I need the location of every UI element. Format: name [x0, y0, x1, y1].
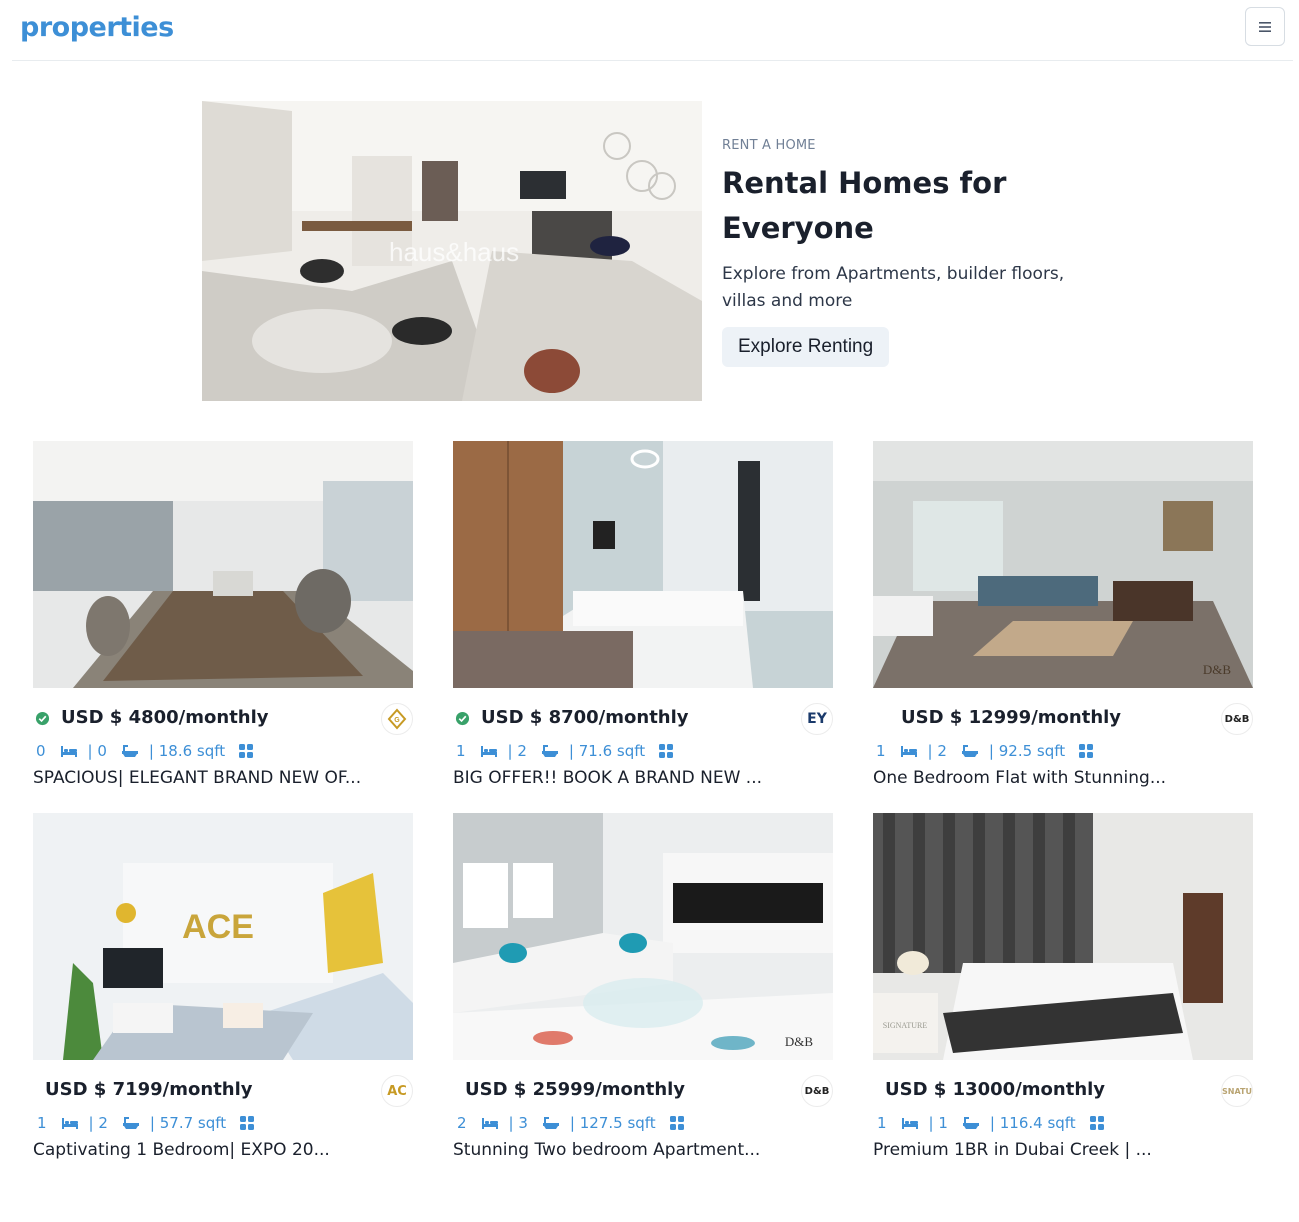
bedroom-count: 1 — [876, 742, 886, 760]
bedroom-count: 1 — [37, 1114, 47, 1132]
listing-card[interactable]: USD $ 8700/monthly EY 1 | 2 | 71.6 sqft … — [453, 441, 833, 788]
bed-icon — [60, 744, 78, 758]
meta-row: 1 | 2 | 92.5 sqft — [873, 738, 1253, 764]
listing-card[interactable]: D&B USD $ 12999/monthly D&B 1 | 2 | 92.5… — [873, 441, 1253, 788]
bath-icon — [541, 744, 559, 758]
bed-icon — [481, 1116, 499, 1130]
bath-icon — [962, 1116, 980, 1130]
bathroom-count: | 1 — [928, 1114, 948, 1132]
area-grid-icon — [659, 744, 673, 758]
agency-logo-icon[interactable]: D&B — [1221, 703, 1253, 735]
bath-icon — [121, 744, 139, 758]
listing-card[interactable]: USD $ 4800/monthly G 0 | 0 | 18.6 sqft S… — [33, 441, 413, 788]
price-row: USD $ 12999/monthly D&B — [873, 703, 1253, 736]
price: USD $ 25999/monthly — [465, 1079, 686, 1100]
svg-text:D&B: D&B — [785, 1034, 814, 1049]
price-row: USD $ 13000/monthly SNATU — [873, 1075, 1253, 1108]
bathroom-count: | 3 — [508, 1114, 528, 1132]
listing-card[interactable]: D&B USD $ 25999/monthly D&B 2 | 3 | 127.… — [453, 813, 833, 1160]
svg-text:G: G — [394, 717, 400, 724]
listing-title[interactable]: Stunning Two bedroom Apartment... — [453, 1140, 833, 1160]
listing-title[interactable]: BIG OFFER!! BOOK A BRAND NEW ... — [453, 768, 833, 788]
agency-logo-icon[interactable]: AC — [381, 1075, 413, 1107]
listing-title[interactable]: SPACIOUS| ELEGANT BRAND NEW OF... — [33, 768, 413, 788]
meta-row: 1 | 1 | 116.4 sqft — [873, 1110, 1253, 1136]
bathroom-count: | 2 — [88, 1114, 108, 1132]
verified-check-icon — [35, 711, 50, 726]
bathroom-count: | 2 — [507, 742, 527, 760]
price: USD $ 8700/monthly — [481, 707, 689, 728]
bed-icon — [901, 1116, 919, 1130]
svg-text:SIGNATURE: SIGNATURE — [883, 1021, 928, 1030]
area-size: | 127.5 sqft — [569, 1114, 656, 1132]
area-grid-icon — [240, 1116, 254, 1130]
bath-icon — [122, 1116, 140, 1130]
area-size: | 57.7 sqft — [149, 1114, 227, 1132]
meta-row: 1 | 2 | 57.7 sqft — [33, 1110, 413, 1136]
agency-logo-icon[interactable]: SNATU — [1221, 1075, 1253, 1107]
bed-icon — [480, 744, 498, 758]
price: USD $ 12999/monthly — [901, 707, 1122, 728]
bed-icon — [900, 744, 918, 758]
explore-renting-button[interactable]: Explore Renting — [722, 327, 890, 367]
listing-image[interactable]: D&B — [453, 813, 833, 1060]
hero-image: haus&haus — [202, 101, 702, 401]
navbar: properties — [12, 0, 1293, 61]
bedroom-count: 0 — [36, 742, 46, 760]
listing-image[interactable] — [33, 441, 413, 688]
hamburger-icon — [1259, 21, 1271, 32]
listing-title[interactable]: Premium 1BR in Dubai Creek | ... — [873, 1140, 1253, 1160]
price-row: USD $ 7199/monthly AC — [33, 1075, 413, 1108]
meta-row: 1 | 2 | 71.6 sqft — [453, 738, 833, 764]
listing-title[interactable]: One Bedroom Flat with Stunning... — [873, 768, 1253, 788]
area-grid-icon — [1079, 744, 1093, 758]
brand-logo[interactable]: properties — [20, 12, 174, 43]
price: USD $ 4800/monthly — [61, 707, 269, 728]
meta-row: 2 | 3 | 127.5 sqft — [453, 1110, 833, 1136]
listing-card[interactable]: ACE USD $ 7199/monthly AC 1 | 2 | 57.7 s… — [33, 813, 413, 1160]
price-row: USD $ 25999/monthly D&B — [453, 1075, 833, 1108]
area-size: | 18.6 sqft — [148, 742, 226, 760]
bedroom-count: 1 — [877, 1114, 887, 1132]
listing-title[interactable]: Captivating 1 Bedroom| EXPO 20... — [33, 1140, 413, 1160]
bathroom-count: | 0 — [87, 742, 107, 760]
verified-check-icon — [455, 711, 470, 726]
listing-image[interactable]: D&B — [873, 441, 1253, 688]
hero-description: Explore from Apartments, builder floors,… — [722, 264, 1065, 311]
area-grid-icon — [239, 744, 253, 758]
bedroom-count: 2 — [457, 1114, 467, 1132]
agency-logo-icon[interactable]: D&B — [801, 1075, 833, 1107]
area-size: | 71.6 sqft — [568, 742, 646, 760]
area-grid-icon — [1090, 1116, 1104, 1130]
price: USD $ 13000/monthly — [885, 1079, 1106, 1100]
price: USD $ 7199/monthly — [45, 1079, 253, 1100]
hero-title: Rental Homes for Everyone — [722, 166, 1007, 245]
listing-image[interactable]: SIGNATURE — [873, 813, 1253, 1060]
area-grid-icon — [670, 1116, 684, 1130]
listing-image[interactable]: ACE — [33, 813, 413, 1060]
meta-row: 0 | 0 | 18.6 sqft — [33, 738, 413, 764]
price-row: USD $ 4800/monthly G — [33, 703, 413, 736]
hero-kicker: RENT A HOME — [722, 138, 816, 153]
agency-logo-icon[interactable]: EY — [801, 703, 833, 735]
svg-text:D&B: D&B — [1203, 662, 1232, 677]
bedroom-count: 1 — [456, 742, 466, 760]
hero-text-block: RENT A HOME Rental Homes for Everyone Ex… — [722, 138, 1122, 367]
bathroom-count: | 2 — [927, 742, 947, 760]
menu-button[interactable] — [1245, 7, 1285, 46]
price-row: USD $ 8700/monthly EY — [453, 703, 833, 736]
listing-card[interactable]: SIGNATURE USD $ 13000/monthly SNATU 1 | … — [873, 813, 1253, 1160]
bed-icon — [61, 1116, 79, 1130]
bath-icon — [542, 1116, 560, 1130]
area-size: | 116.4 sqft — [989, 1114, 1076, 1132]
bath-icon — [961, 744, 979, 758]
listing-image[interactable] — [453, 441, 833, 688]
svg-text:ACE: ACE — [182, 908, 254, 946]
area-size: | 92.5 sqft — [988, 742, 1066, 760]
agency-logo-icon[interactable]: G — [381, 703, 413, 735]
watermark-text: haus&haus — [389, 237, 519, 267]
